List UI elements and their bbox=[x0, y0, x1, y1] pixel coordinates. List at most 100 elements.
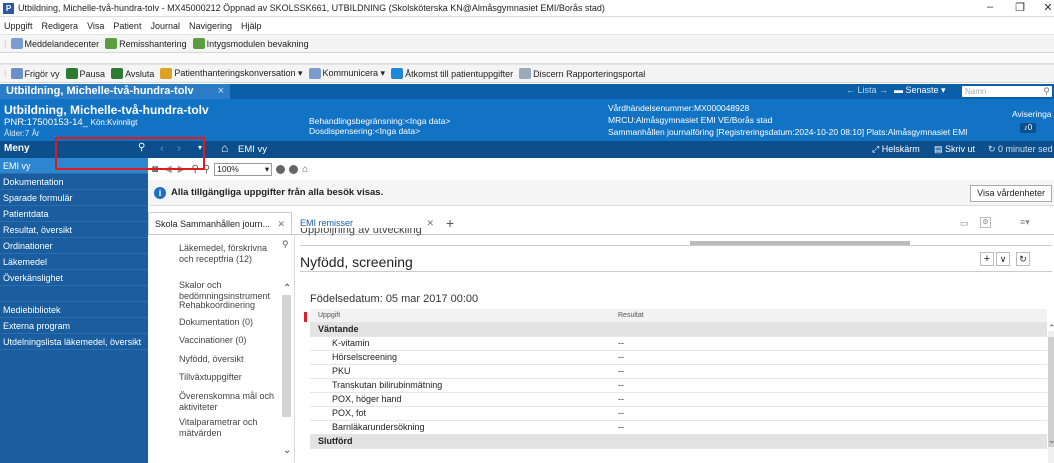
tab-skola-sammanhallen[interactable]: Skola Sammanhållen journ... ✕ bbox=[148, 212, 292, 234]
sidebar-item-10[interactable]: Externa program bbox=[0, 318, 148, 334]
table-row[interactable]: Hörselscreening -- bbox=[310, 350, 1047, 365]
restore-button[interactable]: ❐ bbox=[1012, 1, 1028, 14]
avisering-count: 0 bbox=[1027, 123, 1033, 132]
sidebar-item-2[interactable]: Sparade formulär bbox=[0, 190, 148, 206]
section-list-item[interactable]: Dokumentation (0) bbox=[179, 317, 277, 328]
table-row[interactable]: Barnläkarundersökning -- bbox=[310, 420, 1047, 435]
toolbar2-button-4[interactable]: Kommunicera ▾ bbox=[308, 68, 385, 79]
tab-menu-icon[interactable]: ≡▾ bbox=[1020, 217, 1030, 228]
scroll-up-icon[interactable]: ⌃ bbox=[283, 283, 291, 294]
toolbar2-button-0[interactable]: Frigör vy bbox=[10, 68, 60, 79]
toolbar2-button-1[interactable]: Pausa bbox=[65, 68, 106, 79]
section-list-item[interactable]: Överenskomna mål och aktiviteter bbox=[179, 391, 277, 413]
menu-item-5[interactable]: Navigering bbox=[189, 21, 232, 31]
tab-close-icon[interactable]: ✕ bbox=[277, 213, 285, 235]
refresh-icon[interactable]: ↻ bbox=[1016, 252, 1030, 266]
toolbar-button-label: Remisshantering bbox=[119, 38, 187, 49]
table-row[interactable]: K-vitamin -- bbox=[310, 336, 1047, 351]
lista-nav[interactable]: ← Lista → bbox=[846, 85, 888, 95]
table-row[interactable]: PKU -- bbox=[310, 364, 1047, 379]
menu-item-0[interactable]: Uppgift bbox=[4, 21, 33, 31]
menu-item-6[interactable]: Hjälp bbox=[241, 21, 262, 31]
toolbar-grip-icon[interactable]: ⁞ bbox=[4, 69, 7, 79]
table-row[interactable]: POX, höger hand -- bbox=[310, 392, 1047, 407]
toolbar-icon bbox=[111, 68, 124, 79]
chevron-down-icon[interactable]: ∨ bbox=[996, 252, 1010, 266]
section-list-scrollbar[interactable] bbox=[282, 295, 291, 417]
scroll-up-icon[interactable]: ⌃ bbox=[1048, 323, 1054, 334]
scroll-down-icon[interactable]: ⌄ bbox=[283, 445, 291, 456]
toolbar2-button-6[interactable]: Discern Rapporteringsportal bbox=[519, 68, 645, 79]
screening-table: Uppgift Resultat Väntande K-vitamin -- Hörsel… bbox=[310, 309, 1047, 449]
sidebar-item-7[interactable]: Överkänslighet bbox=[0, 270, 148, 286]
patient-tab-close[interactable]: × bbox=[218, 84, 224, 99]
print-button[interactable]: ▤ Skriv ut bbox=[934, 144, 975, 155]
sidebar-item-11[interactable]: Utdelningslista läkemedel, översikt bbox=[0, 334, 148, 350]
toolbar-grip-icon[interactable]: ⁞ bbox=[4, 39, 7, 49]
home-icon[interactable]: ⌂ bbox=[221, 141, 228, 155]
sidebar-item-4[interactable]: Resultat, översikt bbox=[0, 222, 148, 238]
scroll-down-icon[interactable]: ⌄ bbox=[1048, 435, 1054, 446]
search-icon[interactable]: ⚲ bbox=[1043, 86, 1050, 97]
add-tab-button[interactable]: + bbox=[446, 212, 454, 234]
tab-bar-icon[interactable]: ▭ bbox=[960, 218, 969, 229]
toolbar-primary: ⁞ Meddelandecenter Remisshantering Intygsmo… bbox=[0, 34, 1054, 53]
show-care-units-button[interactable]: Visa vårdenheter bbox=[970, 185, 1052, 202]
toolbar2-button-2[interactable]: Avsluta bbox=[111, 68, 154, 79]
toolbar1-button-0[interactable]: Meddelandecenter bbox=[10, 38, 99, 49]
section-list-item[interactable]: Läkemedel, förskrivna och receptfria (12… bbox=[179, 243, 277, 265]
senaste-dropdown[interactable]: ▬ Senaste ▾ bbox=[894, 85, 946, 96]
aviseringar[interactable]: Aviseringa bbox=[1012, 109, 1052, 119]
toolbar-secondary: ⁞ Frigör vy Pausa Avsluta Patienthanteringsk… bbox=[0, 64, 1054, 83]
record-icon[interactable] bbox=[276, 164, 286, 174]
toolbar2-button-5[interactable]: Åtkomst till patientuppgifter bbox=[391, 68, 513, 79]
sidebar-item-1[interactable]: Dokumentation bbox=[0, 174, 148, 190]
table-cell-uppgift: PKU bbox=[310, 364, 610, 379]
toolbar2-button-3[interactable]: Patienthanteringskonversation ▾ bbox=[160, 68, 303, 79]
section-list-item[interactable]: Rehabkoordinering bbox=[179, 300, 277, 311]
table-header-row: Uppgift Resultat bbox=[310, 309, 1047, 323]
info-bar: i Alla tillgängliga uppgifter från alla … bbox=[148, 180, 1054, 206]
toolbar1-button-1[interactable]: Remisshantering bbox=[105, 38, 187, 49]
zoom-select[interactable]: 100% ▾ bbox=[214, 162, 273, 176]
table-header-cell[interactable]: Uppgift bbox=[310, 309, 610, 323]
refresh-status[interactable]: ↻ 0 minuter sed bbox=[988, 144, 1053, 155]
section-list-item[interactable]: Vitalparametrar och mätvärden bbox=[179, 417, 277, 439]
menu-item-3[interactable]: Patient bbox=[113, 21, 141, 31]
add-icon[interactable]: + bbox=[980, 252, 994, 266]
table-scroll-thumb[interactable] bbox=[1048, 337, 1054, 447]
stop-icon[interactable] bbox=[289, 164, 299, 174]
patient-tab[interactable]: Utbildning, Michelle-två-hundra-tolv × bbox=[0, 84, 230, 99]
section-list-item[interactable]: Vaccinationer (0) bbox=[179, 335, 277, 346]
lock-icon[interactable]: ⌂ bbox=[302, 164, 308, 175]
fullscreen-button[interactable]: ⤢ Helskärm bbox=[872, 144, 920, 155]
table-group-row[interactable]: Slutförd bbox=[310, 434, 1047, 449]
toolbar1-button-2[interactable]: Intygsmodulen bevakning bbox=[192, 38, 309, 49]
menu-item-2[interactable]: Visa bbox=[87, 21, 104, 31]
menu-item-1[interactable]: Redigera bbox=[42, 21, 79, 31]
table-row[interactable]: POX, fot -- bbox=[310, 406, 1047, 421]
sidebar-item-5[interactable]: Ordinationer bbox=[0, 238, 148, 254]
dosdispensering: Dosdispensering:<Inga data> bbox=[309, 126, 421, 136]
sidebar-item-6[interactable]: Läkemedel bbox=[0, 254, 148, 270]
close-window-button[interactable]: ✕ bbox=[1040, 1, 1054, 14]
pin-icon[interactable]: ⚲ bbox=[282, 239, 289, 250]
sidebar-item-3[interactable]: Patientdata bbox=[0, 206, 148, 222]
patient-search-input[interactable]: Namn ⚲ bbox=[962, 86, 1052, 97]
tab-settings-icon[interactable]: ⚙ bbox=[980, 217, 991, 228]
previous-section-title: Uppföljning av utveckling bbox=[300, 228, 422, 236]
toolbar-icon bbox=[160, 68, 173, 79]
table-row[interactable]: Transkutan bilirubinmätning -- bbox=[310, 378, 1047, 393]
menu-item-4[interactable]: Journal bbox=[150, 21, 180, 31]
toolbar-button-label: Pausa bbox=[79, 68, 106, 79]
tab-close-icon[interactable]: ✕ bbox=[426, 212, 434, 234]
sidebar-item-9[interactable]: Mediebibliotek bbox=[0, 302, 148, 318]
table-header-cell[interactable]: Resultat bbox=[610, 309, 1047, 323]
section-list-item[interactable]: Nyfödd, översikt bbox=[179, 354, 277, 365]
section-list-item[interactable]: Tillväxtuppgifter bbox=[179, 372, 277, 383]
minimize-button[interactable]: – bbox=[982, 1, 998, 13]
menu-label[interactable]: Meny bbox=[4, 143, 30, 154]
table-group-row[interactable]: Väntande bbox=[310, 322, 1047, 337]
avisering-badge[interactable]: ♪0 bbox=[1020, 123, 1036, 133]
section-list-item[interactable]: Skalor och bedömningsinstrument bbox=[179, 280, 277, 302]
